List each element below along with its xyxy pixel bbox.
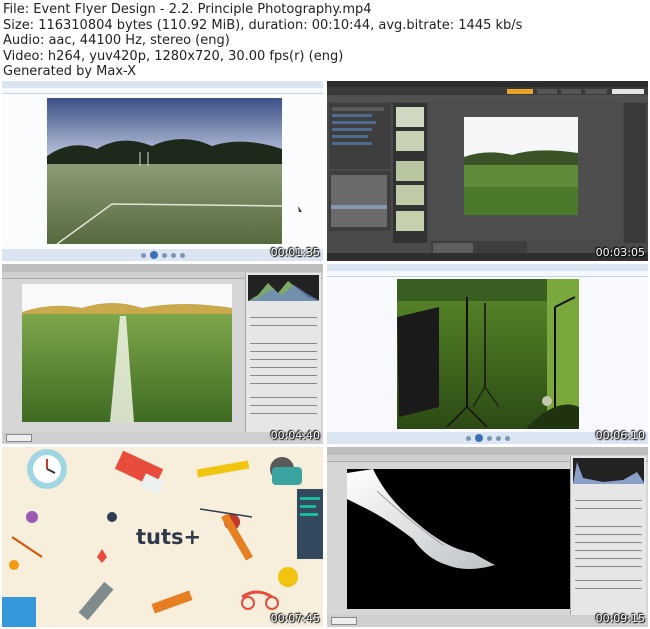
thumbnail-2[interactable]: 00:03:05	[327, 81, 648, 261]
photo-viewer-window	[2, 81, 323, 261]
save-image-button[interactable]	[331, 617, 357, 625]
previous-icon[interactable]	[140, 252, 146, 258]
window-titlebar	[327, 264, 648, 271]
file-size-line: Size: 116310804 bytes (110.92 MiB), dura…	[3, 17, 523, 33]
delete-icon[interactable]	[504, 435, 510, 441]
audio-info-line: Audio: aac, 44100 Hz, stereo (eng)	[3, 33, 230, 49]
clarity-slider[interactable]	[575, 580, 642, 581]
rotate-icon[interactable]	[170, 252, 176, 258]
slideshow-icon[interactable]	[474, 434, 483, 442]
tuts-plus-logo: tuts+	[136, 525, 202, 549]
window-titlebar	[2, 81, 323, 88]
generated-by-line: Generated by Max-X	[3, 64, 137, 80]
contrast-slider[interactable]	[250, 351, 317, 352]
camera-raw-window	[2, 264, 323, 444]
thumbnail-6[interactable]: 00:09:15	[327, 447, 648, 627]
contrast-slider[interactable]	[575, 534, 642, 535]
camera-raw-titlebar	[327, 447, 648, 455]
video-info-line: Video: h264, yuv420p, 1280x720, 30.00 fp…	[3, 48, 344, 64]
raw-photo-preview	[22, 284, 232, 422]
file-name-line: File: Event Flyer Design - 2.2. Principl…	[3, 2, 372, 17]
photo-viewer-window	[327, 264, 648, 444]
thumbnail-timestamp: 00:07:45	[270, 612, 320, 625]
slideshow-icon[interactable]	[149, 251, 158, 259]
tint-slider[interactable]	[575, 508, 642, 509]
shadows-slider[interactable]	[250, 367, 317, 368]
file-info-header: File: Event Flyer Design - 2.2. Principl…	[0, 0, 650, 80]
histogram	[573, 458, 644, 484]
thumbnail-timestamp: 00:06:10	[595, 429, 645, 442]
highlights-slider[interactable]	[575, 542, 642, 543]
temperature-slider[interactable]	[575, 500, 642, 501]
thumbnail-timestamp: 00:09:15	[595, 612, 645, 625]
thumbnail-3[interactable]: 00:04:40	[2, 264, 323, 444]
thumbnail-1[interactable]: 00:01:35	[2, 81, 323, 261]
saturation-slider[interactable]	[250, 413, 317, 414]
photo-stage	[327, 277, 648, 432]
photo-stage	[2, 94, 323, 249]
field-photo	[47, 98, 302, 245]
field-line-photo	[22, 284, 232, 422]
exposure-slider[interactable]	[250, 343, 317, 344]
previous-icon[interactable]	[465, 435, 471, 441]
highlights-slider[interactable]	[250, 359, 317, 360]
delete-icon[interactable]	[179, 252, 185, 258]
light-stands-photo	[397, 279, 579, 429]
temperature-slider[interactable]	[250, 317, 317, 318]
thumbnail-timestamp: 00:03:05	[595, 246, 645, 259]
thumbnail-timestamp: 00:01:35	[270, 246, 320, 259]
next-icon[interactable]	[486, 435, 492, 441]
blacks-slider[interactable]	[575, 566, 642, 567]
fabric-photo	[347, 469, 495, 569]
exposure-slider[interactable]	[575, 526, 642, 527]
thumbnail-5[interactable]: tuts+ 00:07:45	[2, 447, 323, 627]
clarity-slider[interactable]	[250, 397, 317, 398]
raw-photo-preview	[347, 469, 571, 609]
adjustments-panel	[570, 456, 646, 615]
thumbnail-grid: 00:01:35 00:03:05 00:04:40 00:06:10 tuts…	[2, 81, 648, 627]
next-icon[interactable]	[161, 252, 167, 258]
bridge-window	[327, 81, 648, 261]
whites-slider[interactable]	[250, 375, 317, 376]
vibrance-slider[interactable]	[250, 405, 317, 406]
save-image-button[interactable]	[6, 434, 32, 442]
histogram	[248, 275, 319, 301]
blacks-slider[interactable]	[250, 383, 317, 384]
shadows-slider[interactable]	[575, 550, 642, 551]
thumbnail-timestamp: 00:04:40	[270, 429, 320, 442]
tint-slider[interactable]	[250, 325, 317, 326]
bridge-interface	[327, 81, 648, 261]
camera-raw-window	[327, 447, 648, 627]
rotate-icon[interactable]	[495, 435, 501, 441]
vibrance-slider[interactable]	[575, 588, 642, 589]
adjustments-panel	[245, 273, 321, 432]
camera-raw-titlebar	[2, 264, 323, 272]
thumbnail-4[interactable]: 00:06:10	[327, 264, 648, 444]
whites-slider[interactable]	[575, 558, 642, 559]
